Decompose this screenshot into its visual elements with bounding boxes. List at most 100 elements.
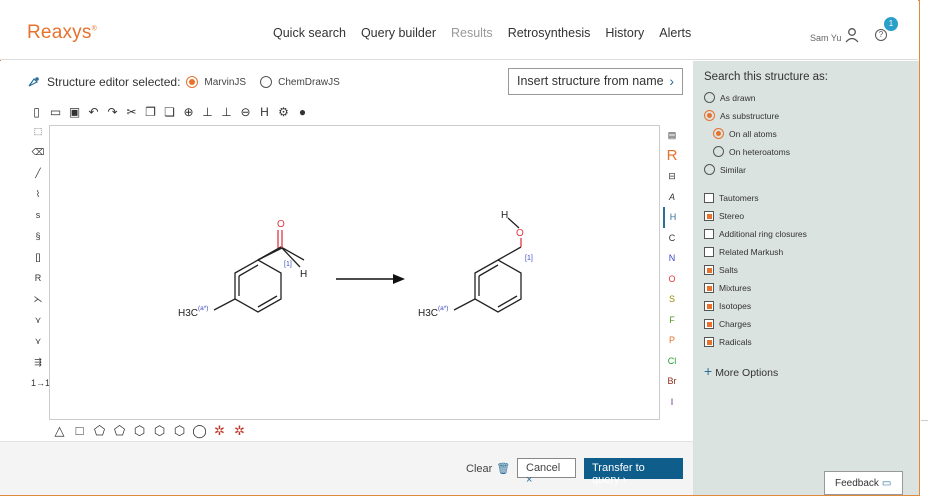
- pentagon-shape-icon[interactable]: ⬠: [92, 423, 107, 439]
- option-on-all-atoms[interactable]: On all atoms: [713, 128, 777, 139]
- ring-closures-checkbox[interactable]: [704, 229, 714, 239]
- stereo-checkbox[interactable]: [704, 211, 714, 221]
- undo-icon[interactable]: ↶: [87, 105, 100, 119]
- ruler-tool-icon[interactable]: ⊟: [663, 166, 681, 187]
- check-tautomers[interactable]: Tautomers: [704, 193, 759, 203]
- benzene-shape-icon[interactable]: ⬡: [152, 423, 167, 439]
- nav-results[interactable]: Results: [451, 26, 493, 40]
- atom-r[interactable]: R: [663, 146, 681, 167]
- cancel-button[interactable]: Cancel ×: [517, 458, 576, 486]
- atom-h[interactable]: H: [663, 207, 681, 228]
- check-ring-closures[interactable]: Additional ring closures: [704, 229, 807, 239]
- salts-checkbox[interactable]: [704, 265, 714, 275]
- as-substructure-radio[interactable]: [704, 110, 715, 121]
- add-hydrogens-icon[interactable]: H: [258, 105, 271, 119]
- sgroup-lock-icon[interactable]: §: [31, 228, 45, 244]
- nav-retrosynthesis[interactable]: Retrosynthesis: [508, 26, 591, 40]
- marvinjs-radio[interactable]: [186, 76, 199, 88]
- check-related-markush[interactable]: Related Markush: [704, 247, 783, 257]
- nav-alerts[interactable]: Alerts: [659, 26, 691, 40]
- atom-n[interactable]: N: [663, 248, 681, 269]
- nav-query-builder[interactable]: Query builder: [361, 26, 436, 40]
- nav-history[interactable]: History: [605, 26, 644, 40]
- product-molecule[interactable]: [453, 217, 522, 313]
- chain-tool-icon[interactable]: ⌇: [31, 186, 45, 202]
- copy-icon[interactable]: ❐: [144, 105, 157, 119]
- atom-cl[interactable]: Cl: [663, 351, 681, 372]
- settings-icon[interactable]: ⚙: [277, 105, 290, 119]
- atom-i[interactable]: I: [663, 392, 681, 413]
- octagon-shape-icon[interactable]: ◯: [192, 423, 207, 439]
- check-salts[interactable]: Salts: [704, 265, 738, 275]
- select-tool-icon[interactable]: ⬚: [31, 123, 45, 139]
- atom-s[interactable]: S: [663, 289, 681, 310]
- eraser-tool-icon[interactable]: ⌫: [31, 144, 45, 160]
- atom-br[interactable]: Br: [663, 371, 681, 392]
- as-drawn-radio[interactable]: [704, 92, 715, 103]
- option-as-drawn[interactable]: As drawn: [704, 92, 755, 103]
- isotopes-checkbox[interactable]: [704, 301, 714, 311]
- aromatize-icon[interactable]: ⊖: [239, 105, 252, 119]
- atom-o[interactable]: O: [663, 269, 681, 290]
- check-radicals[interactable]: Radicals: [704, 337, 752, 347]
- atom-f[interactable]: F: [663, 310, 681, 331]
- triangle-shape-icon[interactable]: △: [52, 423, 67, 439]
- transfer-to-query-button[interactable]: Transfer to query ›: [584, 458, 683, 486]
- user-name[interactable]: Sam Yu: [810, 33, 841, 43]
- radicals-checkbox[interactable]: [704, 337, 714, 347]
- charges-checkbox[interactable]: [704, 319, 714, 329]
- mapping-tool-icon[interactable]: 1→1: [31, 375, 50, 391]
- drawing-canvas[interactable]: O H [1] H3C (a*) O H [1] H3C (a*): [49, 125, 660, 420]
- save-icon[interactable]: ▣: [68, 105, 81, 119]
- square-shape-icon[interactable]: □: [72, 423, 87, 439]
- bond-tool-icon[interactable]: ╱: [31, 165, 45, 181]
- clean-3d-icon[interactable]: ⊥: [220, 105, 233, 119]
- tautomers-checkbox[interactable]: [704, 193, 714, 203]
- user-icon[interactable]: [845, 27, 859, 43]
- fork-lock-icon[interactable]: ⋎: [31, 333, 45, 349]
- pentagon-bond-icon[interactable]: ⬠: [112, 423, 127, 439]
- template-tool-icon[interactable]: ▤: [663, 125, 681, 146]
- info-icon[interactable]: ●: [296, 105, 309, 119]
- atom-p[interactable]: P: [663, 330, 681, 351]
- rgroup-tool-icon[interactable]: R: [31, 270, 45, 286]
- reaction-arrow[interactable]: [336, 274, 405, 284]
- mixtures-checkbox[interactable]: [704, 283, 714, 293]
- fork-tool-icon[interactable]: ⋎: [31, 312, 45, 328]
- redo-icon[interactable]: ↷: [106, 105, 119, 119]
- fused-ring-icon[interactable]: ✲: [212, 423, 227, 439]
- sgroup-tool-icon[interactable]: s: [31, 207, 45, 223]
- on-heteroatoms-radio[interactable]: [713, 146, 724, 157]
- heptagon-shape-icon[interactable]: ⬡: [172, 423, 187, 439]
- more-options-link[interactable]: + More Options: [704, 363, 778, 379]
- hexagon-shape-icon[interactable]: ⬡: [132, 423, 147, 439]
- option-on-heteroatoms[interactable]: On heteroatoms: [713, 146, 790, 157]
- open-folder-icon[interactable]: ▭: [49, 105, 62, 119]
- paste-icon[interactable]: ❏: [163, 105, 176, 119]
- atom-c[interactable]: C: [663, 228, 681, 249]
- zoom-icon[interactable]: ⊕: [182, 105, 195, 119]
- check-isotopes[interactable]: Isotopes: [704, 301, 751, 311]
- attachment-tool-icon[interactable]: ⋋: [31, 291, 45, 307]
- bracket-tool-icon[interactable]: []: [31, 249, 45, 265]
- chemdrawjs-label[interactable]: ChemDrawJS: [278, 77, 340, 88]
- marvinjs-label[interactable]: MarvinJS: [204, 77, 246, 88]
- new-document-icon[interactable]: ▯: [30, 105, 43, 119]
- help-icon[interactable]: ?: [875, 29, 887, 41]
- reaxys-logo[interactable]: Reaxys®: [27, 22, 97, 44]
- related-markush-checkbox[interactable]: [704, 247, 714, 257]
- chemdrawjs-radio[interactable]: [260, 76, 273, 88]
- feedback-button[interactable]: Feedback ▭: [824, 471, 903, 495]
- option-similar[interactable]: Similar: [704, 164, 746, 175]
- cut-icon[interactable]: ✂: [125, 105, 138, 119]
- check-charges[interactable]: Charges: [704, 319, 751, 329]
- fused-ring-alt-icon[interactable]: ✲: [232, 423, 247, 439]
- notification-badge[interactable]: 1: [884, 17, 898, 31]
- insert-structure-button[interactable]: Insert structure from name ›: [508, 68, 683, 95]
- clear-button[interactable]: Clear 🗑: [466, 462, 510, 475]
- clean-2d-icon[interactable]: ⊥: [201, 105, 214, 119]
- reaction-arrow-tool-icon[interactable]: ⇶: [31, 354, 45, 370]
- option-as-substructure[interactable]: As substructure: [704, 110, 779, 121]
- similar-radio[interactable]: [704, 164, 715, 175]
- check-stereo[interactable]: Stereo: [704, 211, 744, 221]
